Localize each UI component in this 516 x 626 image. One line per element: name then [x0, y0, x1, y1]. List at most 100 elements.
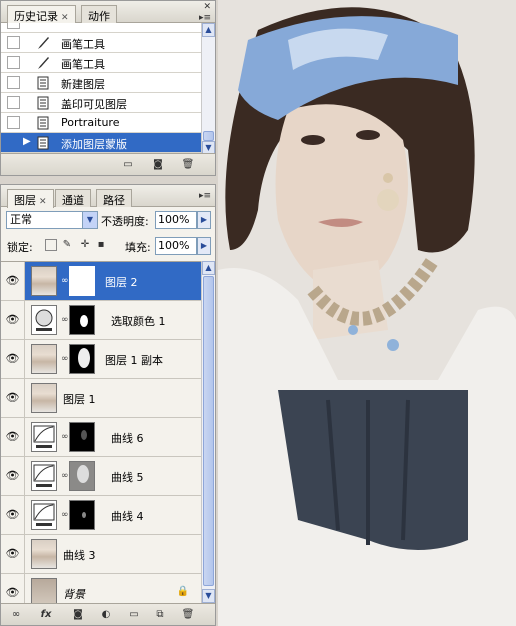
- link-icon[interactable]: ∞: [61, 275, 69, 287]
- new-document-icon[interactable]: ▭: [121, 158, 135, 171]
- fill-input[interactable]: 100%: [155, 237, 197, 255]
- history-tabbar: 历史记录 ✕ 动作 ✕ ▸≡: [1, 1, 215, 24]
- fx-icon[interactable]: fx: [39, 608, 53, 621]
- tab-actions[interactable]: 动作: [81, 5, 117, 23]
- scroll-up-icon[interactable]: ▲: [202, 261, 215, 275]
- history-item[interactable]: Portraiture: [1, 113, 201, 133]
- layer-row[interactable]: 👁 ∞ 选取颜色 1: [1, 301, 201, 340]
- opacity-input[interactable]: 100%: [155, 211, 197, 229]
- history-item-selected[interactable]: ▶ 添加图层蒙版: [1, 133, 201, 153]
- scroll-down-icon[interactable]: ▼: [202, 589, 215, 603]
- history-scrollbar[interactable]: ▲ ▼: [201, 23, 215, 155]
- curves-icon: [33, 464, 55, 487]
- layer-row[interactable]: 👁 ∞ 图层 1 副本: [1, 340, 201, 379]
- history-item-label: 画笔工具: [61, 38, 105, 51]
- history-item[interactable]: 盖印可见图层: [1, 93, 201, 113]
- panel-menu-icon[interactable]: ▸≡: [199, 13, 211, 23]
- eye-icon[interactable]: 👁: [1, 418, 25, 456]
- history-item[interactable]: 画笔工具: [1, 33, 201, 53]
- tab-layers[interactable]: 图层 ✕: [7, 189, 54, 208]
- layer-mask-thumbnail[interactable]: [69, 266, 95, 296]
- link-icon[interactable]: ∞: [61, 470, 69, 482]
- layer-mask-thumbnail[interactable]: [69, 344, 95, 374]
- layer-name[interactable]: 曲线 4: [111, 508, 144, 524]
- layer-row[interactable]: 👁 图层 1: [1, 379, 201, 418]
- layer-name[interactable]: 图层 1: [63, 391, 96, 407]
- fill-slider-icon[interactable]: ▶: [197, 237, 211, 255]
- history-snapshot-checkbox[interactable]: [7, 36, 20, 49]
- link-icon[interactable]: ∞: [61, 314, 69, 326]
- layer-name[interactable]: 图层 1 副本: [105, 352, 163, 368]
- layer-mask-thumbnail[interactable]: [69, 422, 95, 452]
- history-snapshot-checkbox[interactable]: [7, 96, 20, 109]
- layer-mask-thumbnail[interactable]: [69, 500, 95, 530]
- tab-history[interactable]: 历史记录 ✕: [7, 5, 76, 24]
- new-layer-icon[interactable]: ⧉: [153, 608, 167, 621]
- link-layers-icon[interactable]: ∞: [9, 608, 23, 621]
- eye-icon[interactable]: 👁: [1, 457, 25, 495]
- history-list: 画笔工具 画笔工具 新建图层 盖印可见图层 Portraiture ▶ 添加图层…: [1, 23, 201, 155]
- layer-name[interactable]: 曲线 5: [111, 469, 144, 485]
- layer-name[interactable]: 曲线 6: [111, 430, 144, 446]
- layer-thumbnail: [31, 578, 57, 603]
- eye-icon[interactable]: 👁: [1, 574, 25, 603]
- history-item-label: 盖印可见图层: [61, 98, 127, 111]
- layers-scrollbar[interactable]: ▲ ▼: [201, 261, 215, 603]
- tab-paths[interactable]: 路径: [96, 189, 132, 207]
- lock-move-icon[interactable]: ✛: [79, 239, 91, 251]
- history-item[interactable]: 画笔工具: [1, 53, 201, 73]
- layer-row[interactable]: 👁 ∞ 曲线 6: [1, 418, 201, 457]
- opacity-label: 不透明度:: [101, 215, 149, 228]
- tab-channels[interactable]: 通道: [55, 189, 91, 207]
- scroll-thumb[interactable]: [203, 276, 214, 586]
- eye-icon[interactable]: 👁: [1, 496, 25, 534]
- trash-icon[interactable]: 🗑: [181, 608, 195, 621]
- layer-mask-thumbnail[interactable]: [69, 305, 95, 335]
- panel-close-icon[interactable]: ✕: [203, 2, 211, 12]
- history-snapshot-checkbox[interactable]: [7, 23, 20, 29]
- history-item[interactable]: 新建图层: [1, 73, 201, 93]
- camera-snapshot-icon[interactable]: ◙: [151, 158, 165, 171]
- eye-icon[interactable]: 👁: [1, 262, 25, 300]
- layer-row[interactable]: 👁 背景 🔒: [1, 574, 201, 603]
- panel-menu-icon[interactable]: ▸≡: [199, 191, 211, 201]
- history-state-pointer-icon: ▶: [23, 136, 31, 147]
- eye-icon[interactable]: 👁: [1, 340, 25, 378]
- layer-name[interactable]: 曲线 3: [63, 547, 96, 563]
- history-snapshot-checkbox[interactable]: [7, 136, 20, 149]
- history-snapshot-checkbox[interactable]: [7, 56, 20, 69]
- history-item-partial[interactable]: [1, 23, 201, 33]
- eye-icon[interactable]: 👁: [1, 379, 25, 417]
- close-icon[interactable]: ✕: [61, 13, 69, 23]
- add-mask-icon[interactable]: ◙: [71, 608, 85, 621]
- layer-mask-thumbnail[interactable]: [69, 461, 95, 491]
- link-icon[interactable]: ∞: [61, 509, 69, 521]
- layer-name[interactable]: 选取颜色 1: [111, 313, 166, 329]
- layer-row[interactable]: 👁 曲线 3: [1, 535, 201, 574]
- layer-row-selected[interactable]: 👁 ∞ 图层 2: [1, 262, 201, 301]
- blend-mode-select[interactable]: 正常 ▼: [6, 211, 98, 229]
- folder-icon[interactable]: ▭: [127, 608, 141, 621]
- layer-row[interactable]: 👁 ∞ 曲线 4: [1, 496, 201, 535]
- opacity-slider-icon[interactable]: ▶: [197, 211, 211, 229]
- trash-icon[interactable]: 🗑: [181, 158, 195, 171]
- history-snapshot-checkbox[interactable]: [7, 116, 20, 129]
- history-item-label: Portraiture: [61, 116, 120, 129]
- lock-paint-icon[interactable]: ✎: [61, 239, 73, 251]
- link-icon[interactable]: ∞: [61, 431, 69, 443]
- eye-icon[interactable]: 👁: [1, 535, 25, 573]
- eye-icon[interactable]: 👁: [1, 301, 25, 339]
- chevron-down-icon[interactable]: ▼: [82, 212, 97, 228]
- scroll-up-icon[interactable]: ▲: [202, 23, 215, 37]
- history-snapshot-checkbox[interactable]: [7, 76, 20, 89]
- layer-name[interactable]: 背景: [63, 586, 85, 602]
- adjustment-layer-icon[interactable]: ◐: [99, 608, 113, 621]
- lock-transparent-icon[interactable]: [45, 239, 57, 251]
- layer-name[interactable]: 图层 2: [105, 274, 138, 290]
- lock-all-icon[interactable]: ▪: [95, 239, 107, 251]
- close-icon[interactable]: ✕: [39, 197, 47, 207]
- link-icon[interactable]: ∞: [61, 353, 69, 365]
- layer-thumbnail: [31, 539, 57, 569]
- layer-row[interactable]: 👁 ∞ 曲线 5: [1, 457, 201, 496]
- scroll-thumb[interactable]: [203, 131, 214, 141]
